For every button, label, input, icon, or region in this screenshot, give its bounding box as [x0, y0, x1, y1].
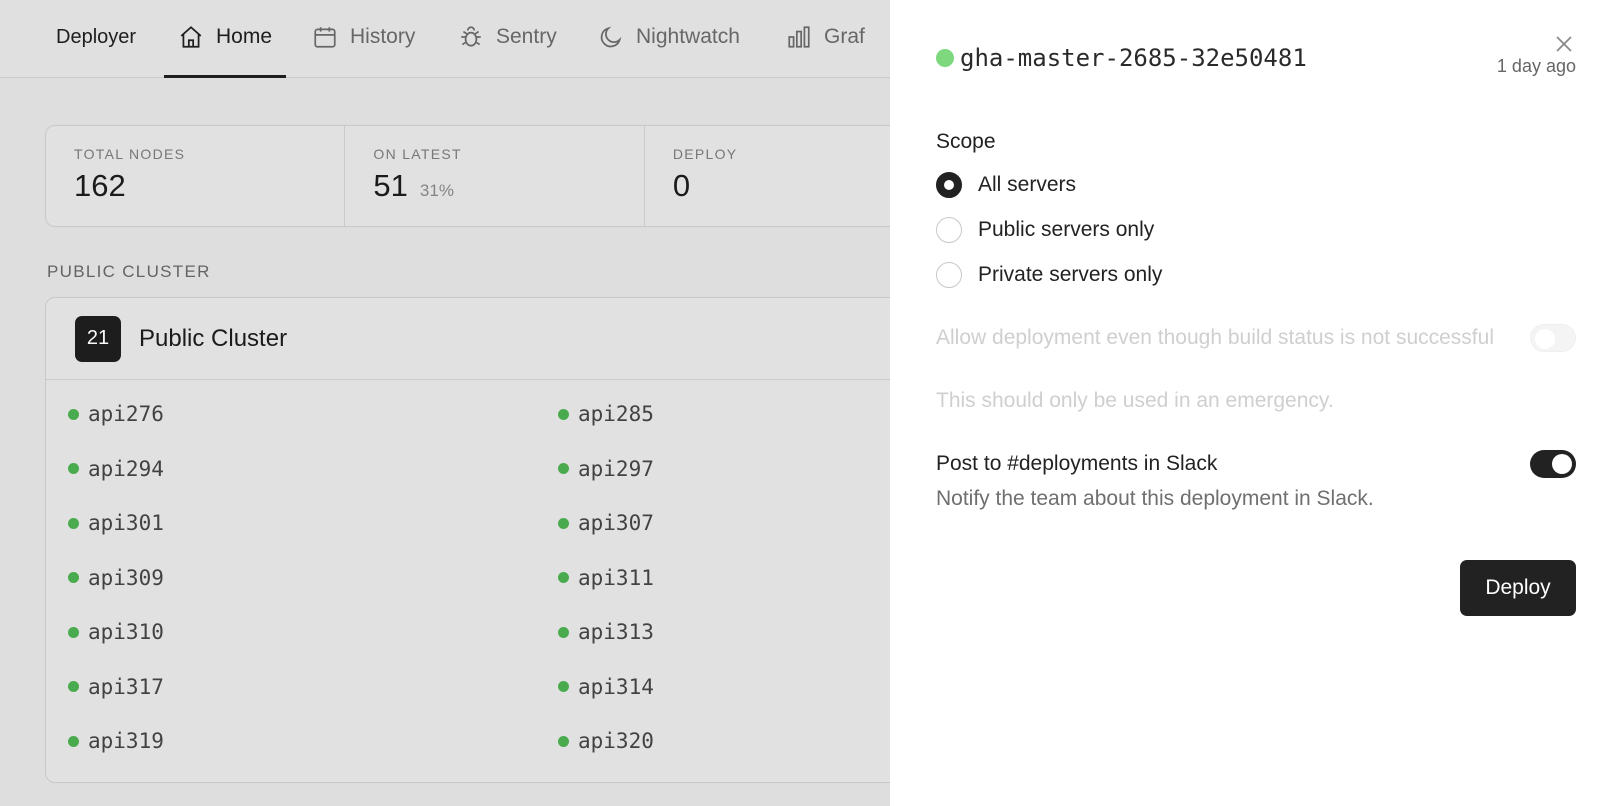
scope-option-all-servers[interactable]: All servers — [936, 172, 1076, 198]
deploy-button[interactable]: Deploy — [1460, 560, 1576, 616]
radio-button[interactable] — [936, 262, 962, 288]
scope-label: Scope — [936, 130, 996, 153]
close-icon — [1556, 36, 1572, 52]
radio-button[interactable] — [936, 217, 962, 243]
allow-unsuccessful-description: This should only be used in an emergency… — [936, 389, 1334, 412]
slack-post-title: Post to #deployments in Slack — [936, 452, 1218, 475]
radio-label: Public servers only — [978, 218, 1155, 241]
build-id: gha-master-2685-32e50481 — [960, 44, 1307, 72]
deploy-drawer: gha-master-2685-32e50481 1 day ago Scope… — [890, 0, 1600, 806]
radio-label: Private servers only — [978, 263, 1163, 286]
slack-post-toggle[interactable] — [1530, 450, 1576, 478]
scope-option-public-servers[interactable]: Public servers only — [936, 217, 1154, 243]
build-status-dot — [936, 49, 954, 67]
build-time-ago: 1 day ago — [1496, 56, 1576, 76]
slack-post-description: Notify the team about this deployment in… — [936, 487, 1374, 510]
drawer-backdrop[interactable] — [0, 0, 890, 806]
allow-unsuccessful-title: Allow deployment even though build statu… — [936, 326, 1494, 349]
drawer-header: gha-master-2685-32e50481 — [936, 44, 1307, 72]
radio-button[interactable] — [936, 172, 962, 198]
close-button[interactable] — [1552, 32, 1576, 56]
scope-option-private-servers[interactable]: Private servers only — [936, 262, 1162, 288]
radio-label: All servers — [978, 173, 1077, 196]
allow-unsuccessful-toggle[interactable] — [1530, 324, 1576, 352]
